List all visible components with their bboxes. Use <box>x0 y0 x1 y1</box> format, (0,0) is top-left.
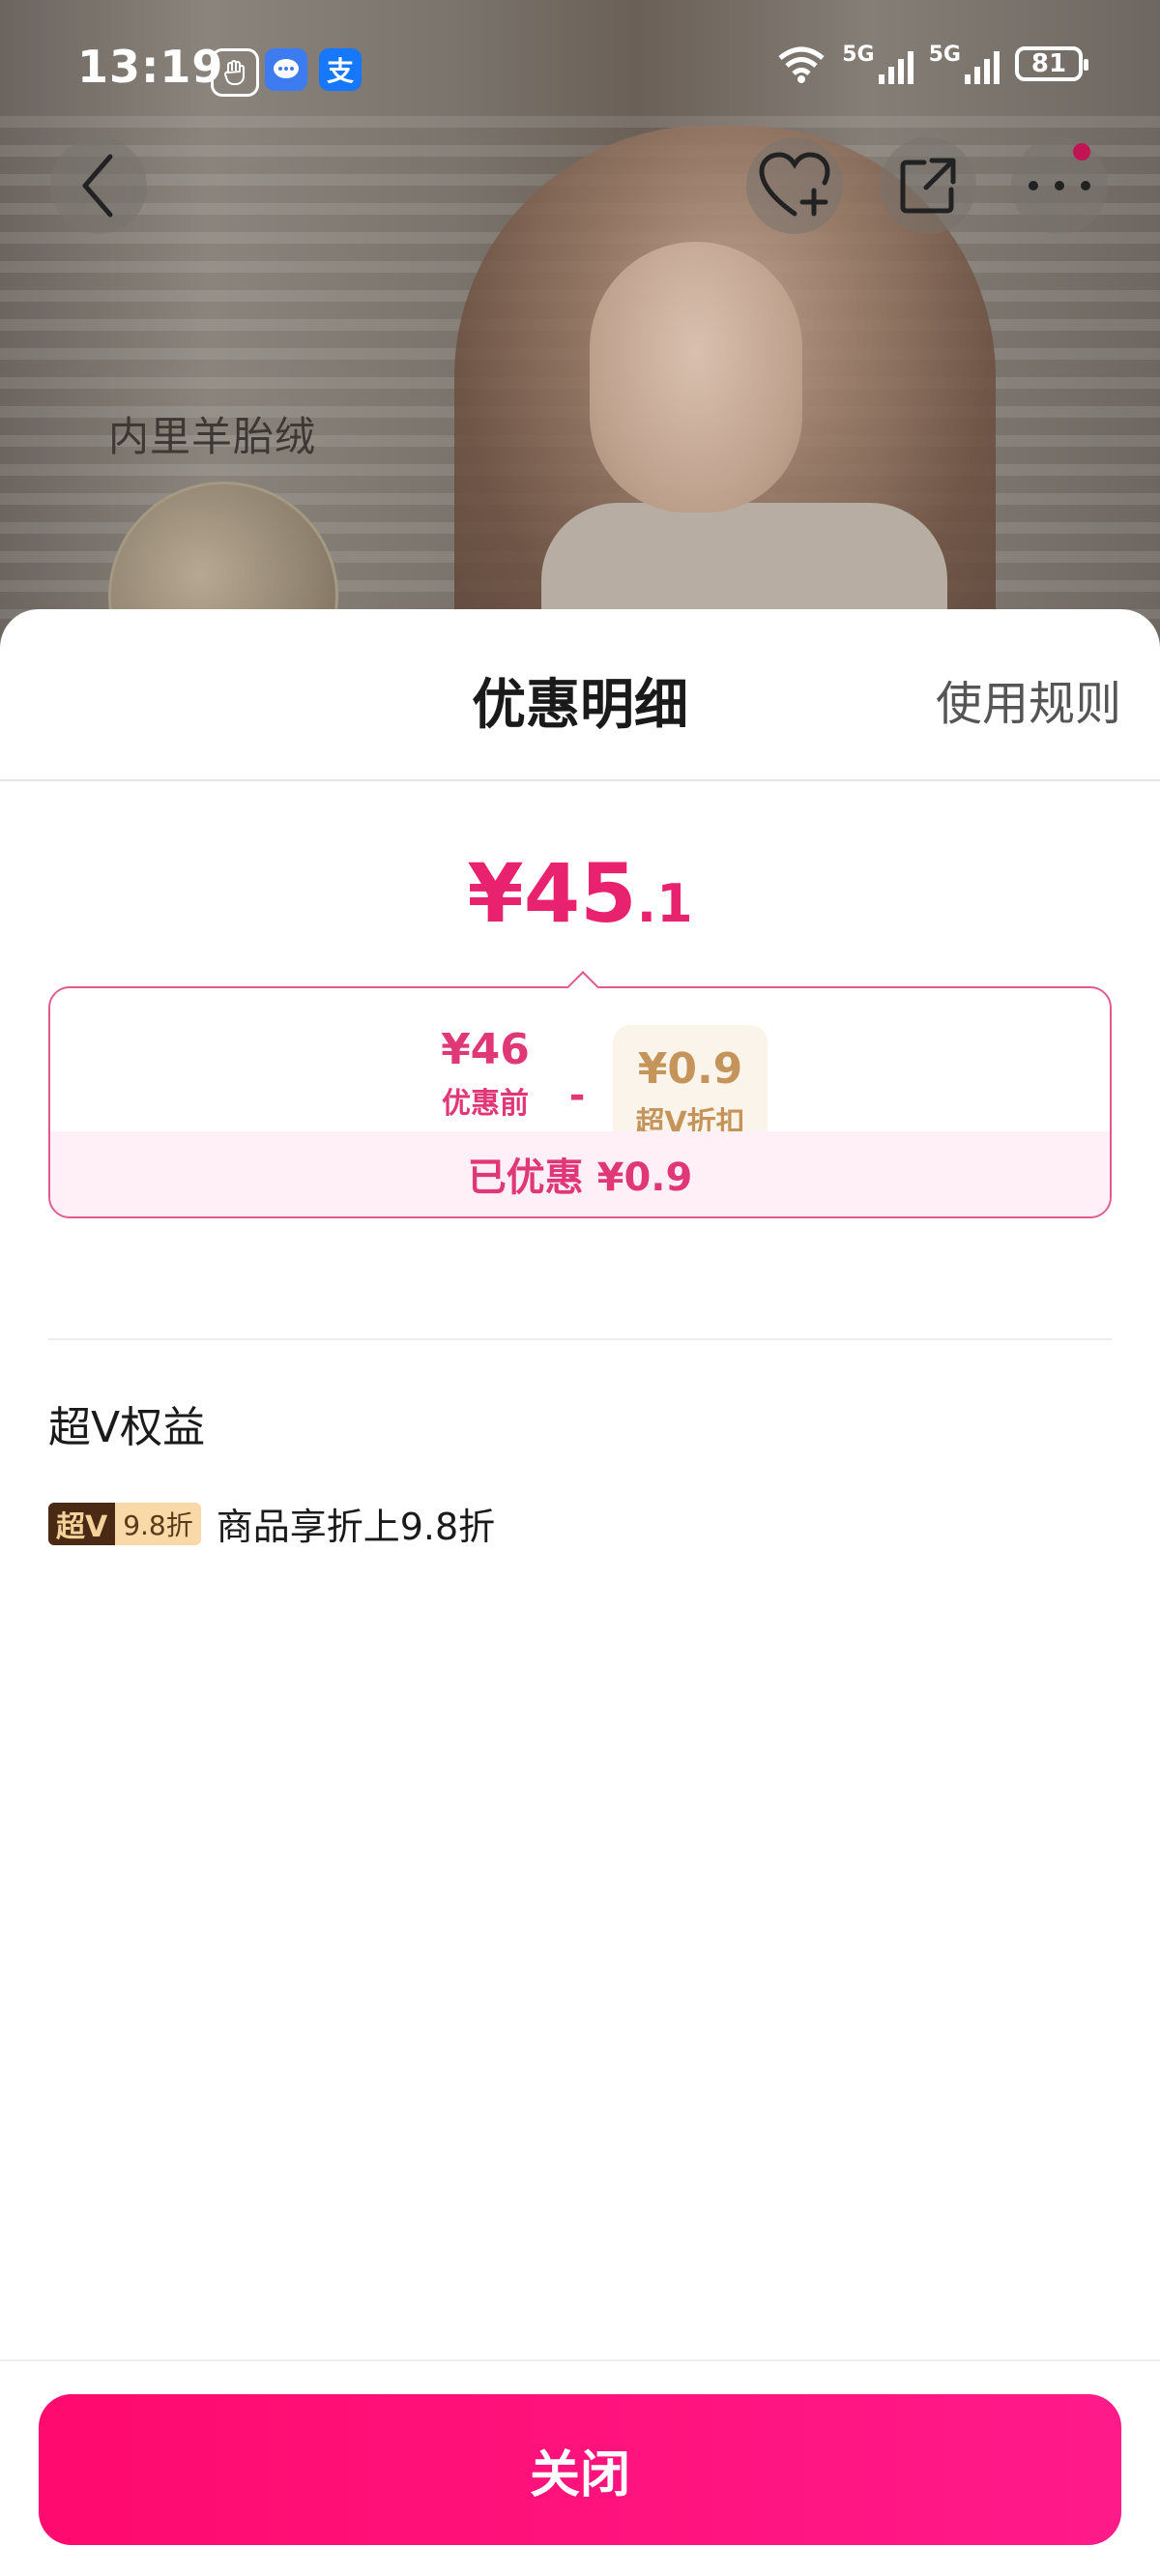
share-icon <box>900 158 956 214</box>
footer-divider <box>0 2359 1160 2361</box>
super-v-badge: 超V 9.8折 <box>48 1502 201 1545</box>
super-v-badge-label: 超V <box>48 1502 116 1545</box>
model-face-decoration <box>590 242 802 512</box>
add-to-favorites-button[interactable] <box>746 137 843 234</box>
network-type-label: 5G <box>842 43 875 67</box>
more-dots-icon <box>1029 181 1090 190</box>
minus-sign: - <box>568 1073 586 1118</box>
battery-level: 81 <box>1030 48 1067 78</box>
original-price-block: ¥46 优惠前 <box>408 1025 563 1122</box>
section-divider <box>48 1338 1112 1340</box>
alipay-icon: 支 <box>319 48 362 91</box>
final-price-decimal: .1 <box>636 873 693 934</box>
share-button[interactable] <box>880 137 976 234</box>
status-bar: 13:19 支 5G 5G 81 <box>0 0 1160 116</box>
discount-details-screen: 内里羊胎绒 13:19 支 5G 5G 81 优惠明细 使用规则 ¥45.1 ¥… <box>0 0 1160 2576</box>
perks-section-title: 超V权益 <box>48 1403 206 1452</box>
total-saved-text: 已优惠 ¥0.9 <box>467 1156 693 1200</box>
hand-gesture-icon <box>211 48 259 97</box>
notification-dot <box>1073 143 1090 161</box>
total-saved-bar: 已优惠 ¥0.9 <box>50 1131 1110 1216</box>
network-type-label-2: 5G <box>928 43 961 67</box>
signal-strength-icon-2 <box>965 47 1000 84</box>
super-v-badge-discount: 9.8折 <box>115 1502 201 1545</box>
close-button[interactable]: 关闭 <box>39 2394 1121 2545</box>
status-time: 13:19 <box>77 41 224 93</box>
wifi-icon <box>778 46 825 83</box>
more-options-button[interactable] <box>1011 137 1108 234</box>
signal-strength-icon <box>878 47 914 84</box>
chevron-left-icon <box>82 154 113 218</box>
heart-plus-icon <box>759 152 830 217</box>
back-button[interactable] <box>50 137 147 234</box>
perk-description: 商品享折上9.8折 <box>216 1506 496 1548</box>
price-breakdown-box: ¥46 优惠前 - ¥0.9 超V折扣 已优惠 ¥0.9 <box>48 986 1112 1218</box>
original-price-label: 优惠前 <box>442 1087 529 1122</box>
perk-item: 超V 9.8折 商品享折上9.8折 <box>48 1497 495 1550</box>
battery-icon: 81 <box>1015 45 1088 81</box>
super-v-discount-amount: ¥0.9 <box>637 1044 743 1094</box>
final-price-main: ¥45 <box>467 846 637 941</box>
final-price: ¥45.1 <box>0 853 1160 934</box>
discount-details-sheet: 优惠明细 使用规则 ¥45.1 ¥46 优惠前 - ¥0.9 超V折扣 已优惠 … <box>0 609 1160 2576</box>
message-app-icon <box>265 48 307 91</box>
original-price-amount: ¥46 <box>441 1025 530 1074</box>
fabric-label: 内里羊胎绒 <box>108 413 317 460</box>
usage-rules-link[interactable]: 使用规则 <box>936 665 1121 733</box>
status-indicators: 5G 5G 81 <box>776 43 1088 84</box>
header-divider <box>0 779 1160 781</box>
